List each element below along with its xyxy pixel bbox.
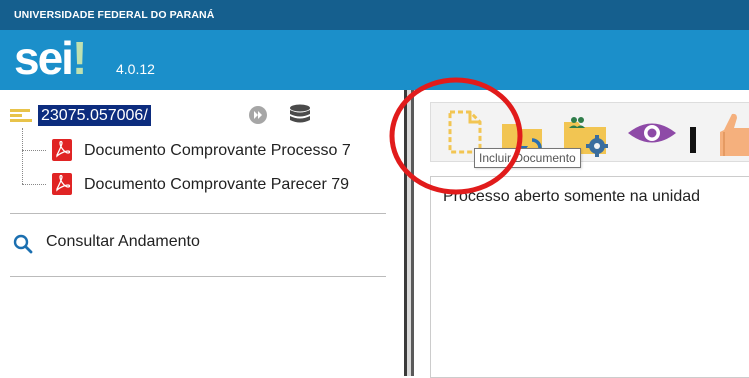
logo-mark: ! xyxy=(71,32,87,84)
thumbs-up-icon[interactable] xyxy=(704,112,749,156)
institution-bar: UNIVERSIDADE FEDERAL DO PARANÁ xyxy=(0,0,749,30)
divider xyxy=(10,276,386,277)
institution-name: UNIVERSIDADE FEDERAL DO PARANÁ xyxy=(14,9,215,21)
eye-icon[interactable] xyxy=(624,118,680,148)
fast-forward-icon[interactable] xyxy=(249,106,267,124)
process-icon xyxy=(10,109,32,123)
content-panel xyxy=(430,176,749,378)
document-link[interactable]: Documento Comprovante Processo 7 xyxy=(84,142,400,160)
process-status-message: Processo aberto somente na unidad xyxy=(443,188,701,205)
logo-text: sei xyxy=(14,32,74,84)
search-icon[interactable] xyxy=(12,233,34,255)
pdf-icon[interactable] xyxy=(52,173,72,195)
black-bar-icon[interactable] xyxy=(690,127,696,153)
process-number[interactable]: 23075.057006/ xyxy=(38,105,151,126)
sei-logo[interactable]: sei! xyxy=(14,30,87,86)
app-header: sei! 4.0.12 xyxy=(0,30,749,90)
tree-connector xyxy=(22,128,23,184)
tree-connector xyxy=(22,184,46,185)
tooltip: Incluir Documento xyxy=(474,148,581,168)
pdf-icon[interactable] xyxy=(52,139,72,161)
database-icon[interactable] xyxy=(287,104,313,126)
tree-connector xyxy=(22,150,46,151)
app-version: 4.0.12 xyxy=(116,61,155,77)
consult-progress-link[interactable]: Consultar Andamento xyxy=(46,233,200,251)
document-link[interactable]: Documento Comprovante Parecer 79 xyxy=(84,176,400,194)
divider xyxy=(10,213,386,214)
